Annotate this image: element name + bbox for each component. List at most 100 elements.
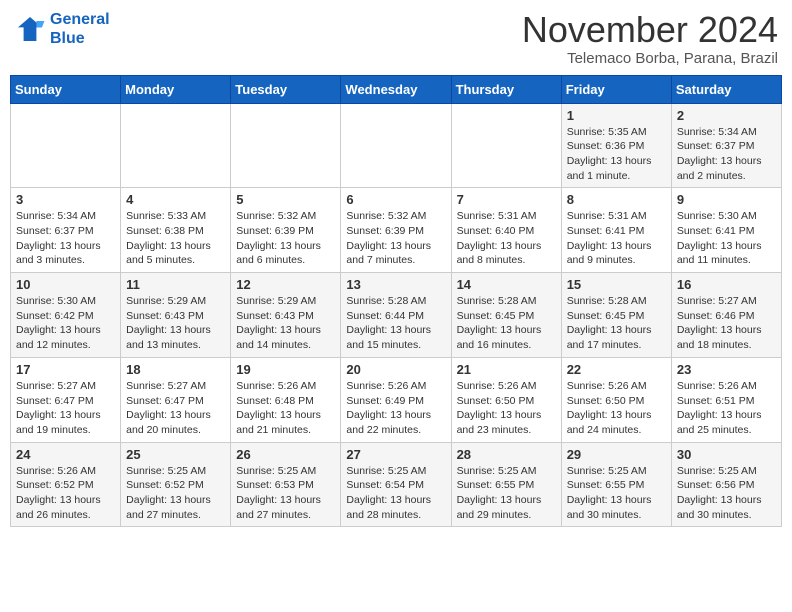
day-number: 13 bbox=[346, 277, 445, 292]
calendar-week-row: 24Sunrise: 5:26 AM Sunset: 6:52 PM Dayli… bbox=[11, 442, 782, 527]
day-number: 26 bbox=[236, 447, 335, 462]
day-number: 21 bbox=[457, 362, 556, 377]
calendar-cell: 14 Sunrise: 5:28 AM Sunset: 6:45 PM Dayli… bbox=[451, 273, 561, 358]
calendar-cell: 16 Sunrise: 5:27 AM Sunset: 6:46 PM Dayli… bbox=[671, 273, 781, 358]
day-number: 3 bbox=[16, 192, 115, 207]
day-info: Sunrise: 5:29 AM Sunset: 6:43 PM Dayligh… bbox=[236, 294, 335, 353]
weekday-header-saturday: Saturday bbox=[671, 75, 781, 103]
day-info: Sunrise: 5:28 AM Sunset: 6:44 PM Dayligh… bbox=[346, 294, 445, 353]
day-info: Sunrise: 5:31 AM Sunset: 6:41 PM Dayligh… bbox=[567, 209, 666, 268]
calendar-cell: 26 Sunrise: 5:25 AM Sunset: 6:53 PM Dayli… bbox=[231, 442, 341, 527]
day-number: 23 bbox=[677, 362, 776, 377]
day-number: 14 bbox=[457, 277, 556, 292]
day-info: Sunrise: 5:31 AM Sunset: 6:40 PM Dayligh… bbox=[457, 209, 556, 268]
logo: General Blue bbox=[14, 10, 110, 48]
day-number: 17 bbox=[16, 362, 115, 377]
day-number: 5 bbox=[236, 192, 335, 207]
day-number: 22 bbox=[567, 362, 666, 377]
day-info: Sunrise: 5:27 AM Sunset: 6:47 PM Dayligh… bbox=[126, 379, 225, 438]
calendar-cell: 22 Sunrise: 5:26 AM Sunset: 6:50 PM Dayli… bbox=[561, 357, 671, 442]
day-number: 28 bbox=[457, 447, 556, 462]
calendar-cell: 5 Sunrise: 5:32 AM Sunset: 6:39 PM Daylig… bbox=[231, 188, 341, 273]
day-number: 6 bbox=[346, 192, 445, 207]
calendar-cell: 6 Sunrise: 5:32 AM Sunset: 6:39 PM Daylig… bbox=[341, 188, 451, 273]
calendar-cell: 10 Sunrise: 5:30 AM Sunset: 6:42 PM Dayli… bbox=[11, 273, 121, 358]
day-number: 18 bbox=[126, 362, 225, 377]
day-info: Sunrise: 5:27 AM Sunset: 6:47 PM Dayligh… bbox=[16, 379, 115, 438]
calendar-week-row: 3Sunrise: 5:34 AM Sunset: 6:37 PM Daylig… bbox=[11, 188, 782, 273]
day-number: 9 bbox=[677, 192, 776, 207]
day-info: Sunrise: 5:25 AM Sunset: 6:55 PM Dayligh… bbox=[567, 464, 666, 523]
calendar-cell bbox=[121, 103, 231, 188]
calendar-table: SundayMondayTuesdayWednesdayThursdayFrid… bbox=[10, 75, 782, 528]
day-info: Sunrise: 5:26 AM Sunset: 6:52 PM Dayligh… bbox=[16, 464, 115, 523]
calendar-cell: 23 Sunrise: 5:26 AM Sunset: 6:51 PM Dayli… bbox=[671, 357, 781, 442]
day-number: 7 bbox=[457, 192, 556, 207]
weekday-header-monday: Monday bbox=[121, 75, 231, 103]
day-info: Sunrise: 5:32 AM Sunset: 6:39 PM Dayligh… bbox=[346, 209, 445, 268]
day-number: 25 bbox=[126, 447, 225, 462]
calendar-cell: 17 Sunrise: 5:27 AM Sunset: 6:47 PM Dayli… bbox=[11, 357, 121, 442]
calendar-cell: 9 Sunrise: 5:30 AM Sunset: 6:41 PM Daylig… bbox=[671, 188, 781, 273]
calendar-cell: 24Sunrise: 5:26 AM Sunset: 6:52 PM Dayli… bbox=[11, 442, 121, 527]
calendar-cell: 15 Sunrise: 5:28 AM Sunset: 6:45 PM Dayli… bbox=[561, 273, 671, 358]
day-info: Sunrise: 5:28 AM Sunset: 6:45 PM Dayligh… bbox=[457, 294, 556, 353]
day-number: 27 bbox=[346, 447, 445, 462]
calendar-cell: 25Sunrise: 5:25 AM Sunset: 6:52 PM Dayli… bbox=[121, 442, 231, 527]
day-number: 16 bbox=[677, 277, 776, 292]
day-info: Sunrise: 5:32 AM Sunset: 6:39 PM Dayligh… bbox=[236, 209, 335, 268]
day-number: 12 bbox=[236, 277, 335, 292]
page-header: General Blue November 2024 Telemaco Borb… bbox=[10, 10, 782, 67]
day-info: Sunrise: 5:29 AM Sunset: 6:43 PM Dayligh… bbox=[126, 294, 225, 353]
calendar-cell: 7 Sunrise: 5:31 AM Sunset: 6:40 PM Daylig… bbox=[451, 188, 561, 273]
calendar-cell: 18 Sunrise: 5:27 AM Sunset: 6:47 PM Dayli… bbox=[121, 357, 231, 442]
calendar-cell: 3Sunrise: 5:34 AM Sunset: 6:37 PM Daylig… bbox=[11, 188, 121, 273]
day-number: 20 bbox=[346, 362, 445, 377]
day-info: Sunrise: 5:26 AM Sunset: 6:51 PM Dayligh… bbox=[677, 379, 776, 438]
day-info: Sunrise: 5:28 AM Sunset: 6:45 PM Dayligh… bbox=[567, 294, 666, 353]
calendar-cell: 11 Sunrise: 5:29 AM Sunset: 6:43 PM Dayli… bbox=[121, 273, 231, 358]
day-info: Sunrise: 5:34 AM Sunset: 6:37 PM Dayligh… bbox=[677, 125, 776, 184]
calendar-cell: 20 Sunrise: 5:26 AM Sunset: 6:49 PM Dayli… bbox=[341, 357, 451, 442]
calendar-cell: 19Sunrise: 5:26 AM Sunset: 6:48 PM Dayli… bbox=[231, 357, 341, 442]
calendar-cell bbox=[231, 103, 341, 188]
day-info: Sunrise: 5:25 AM Sunset: 6:54 PM Dayligh… bbox=[346, 464, 445, 523]
day-info: Sunrise: 5:26 AM Sunset: 6:48 PM Dayligh… bbox=[236, 379, 335, 438]
day-info: Sunrise: 5:35 AM Sunset: 6:36 PM Dayligh… bbox=[567, 125, 666, 184]
day-number: 4 bbox=[126, 192, 225, 207]
calendar-cell bbox=[341, 103, 451, 188]
day-info: Sunrise: 5:30 AM Sunset: 6:41 PM Dayligh… bbox=[677, 209, 776, 268]
title-section: November 2024 Telemaco Borba, Parana, Br… bbox=[522, 10, 778, 67]
calendar-cell: 2 Sunrise: 5:34 AM Sunset: 6:37 PM Daylig… bbox=[671, 103, 781, 188]
day-number: 30 bbox=[677, 447, 776, 462]
day-info: Sunrise: 5:25 AM Sunset: 6:55 PM Dayligh… bbox=[457, 464, 556, 523]
day-number: 1 bbox=[567, 108, 666, 123]
calendar-cell bbox=[451, 103, 561, 188]
day-info: Sunrise: 5:27 AM Sunset: 6:46 PM Dayligh… bbox=[677, 294, 776, 353]
calendar-cell: 29Sunrise: 5:25 AM Sunset: 6:55 PM Dayli… bbox=[561, 442, 671, 527]
calendar-cell: 13 Sunrise: 5:28 AM Sunset: 6:44 PM Dayli… bbox=[341, 273, 451, 358]
day-info: Sunrise: 5:25 AM Sunset: 6:53 PM Dayligh… bbox=[236, 464, 335, 523]
day-number: 11 bbox=[126, 277, 225, 292]
month-title: November 2024 bbox=[522, 10, 778, 50]
logo-icon bbox=[14, 13, 46, 45]
weekday-header-sunday: Sunday bbox=[11, 75, 121, 103]
calendar-cell: 30Sunrise: 5:25 AM Sunset: 6:56 PM Dayli… bbox=[671, 442, 781, 527]
logo-text: General Blue bbox=[50, 10, 110, 48]
weekday-header-row: SundayMondayTuesdayWednesdayThursdayFrid… bbox=[11, 75, 782, 103]
calendar-cell: 28 Sunrise: 5:25 AM Sunset: 6:55 PM Dayli… bbox=[451, 442, 561, 527]
day-info: Sunrise: 5:26 AM Sunset: 6:49 PM Dayligh… bbox=[346, 379, 445, 438]
calendar-cell: 8 Sunrise: 5:31 AM Sunset: 6:41 PM Daylig… bbox=[561, 188, 671, 273]
day-number: 8 bbox=[567, 192, 666, 207]
day-info: Sunrise: 5:26 AM Sunset: 6:50 PM Dayligh… bbox=[567, 379, 666, 438]
day-info: Sunrise: 5:30 AM Sunset: 6:42 PM Dayligh… bbox=[16, 294, 115, 353]
day-number: 2 bbox=[677, 108, 776, 123]
calendar-week-row: 10 Sunrise: 5:30 AM Sunset: 6:42 PM Dayli… bbox=[11, 273, 782, 358]
calendar-cell: 12 Sunrise: 5:29 AM Sunset: 6:43 PM Dayli… bbox=[231, 273, 341, 358]
calendar-week-row: 1 Sunrise: 5:35 AM Sunset: 6:36 PM Daylig… bbox=[11, 103, 782, 188]
weekday-header-tuesday: Tuesday bbox=[231, 75, 341, 103]
day-info: Sunrise: 5:26 AM Sunset: 6:50 PM Dayligh… bbox=[457, 379, 556, 438]
day-info: Sunrise: 5:33 AM Sunset: 6:38 PM Dayligh… bbox=[126, 209, 225, 268]
day-number: 15 bbox=[567, 277, 666, 292]
day-number: 10 bbox=[16, 277, 115, 292]
